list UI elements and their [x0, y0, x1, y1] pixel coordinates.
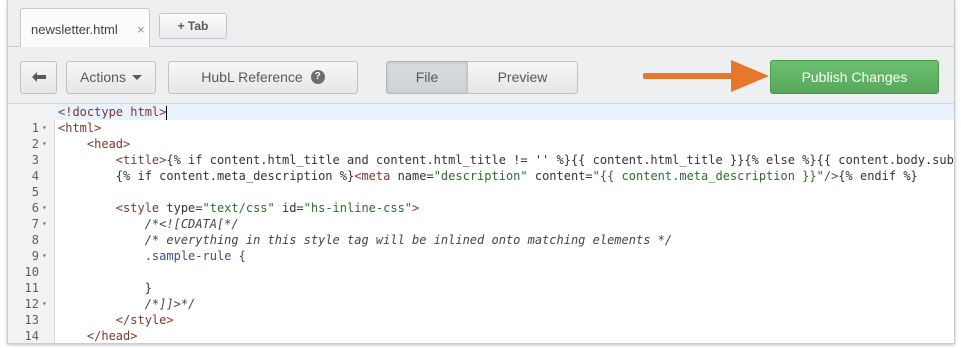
code-text: <html>: [58, 120, 101, 136]
code-token: id=: [274, 201, 304, 215]
code-text: </head>: [58, 328, 138, 343]
code-text: <head>: [58, 136, 130, 152]
annotation-arrow-icon: [643, 60, 769, 92]
code-token: /* everything in this style tag will be …: [144, 233, 673, 247]
code-token: <meta: [354, 169, 398, 183]
code-token: </style>: [115, 313, 174, 327]
fold-toggle-icon[interactable]: ▾: [42, 136, 47, 152]
code-token: {% if content.meta_description %}: [115, 169, 355, 183]
tab-strip: newsletter.html × + Tab: [8, 0, 954, 47]
code-token: name=: [397, 169, 434, 183]
code-text: <title>{% if content.html_title and cont…: [58, 152, 955, 168]
code-token: /*<![CDATA[*/: [144, 217, 239, 231]
code-token: type=: [166, 201, 203, 215]
tab-newsletter[interactable]: newsletter.html ×: [20, 8, 150, 47]
code-token: content=: [527, 169, 593, 183]
code-line: 14 </style>: [8, 312, 954, 343]
code-editor[interactable]: 1 <!doctype html> 2 ▾ <html> 3 ▾ <head> …: [8, 103, 955, 343]
fold-toggle-icon[interactable]: ▾: [42, 216, 47, 232]
fold-toggle-icon[interactable]: ▾: [42, 296, 47, 312]
code-line: 13 ▾ /*]]>*/: [8, 296, 954, 327]
code-line: 10 ▾ .sample-rule {: [8, 248, 954, 279]
tab-label: newsletter.html: [31, 22, 118, 37]
code-token: />: [823, 169, 839, 183]
code-token: "{{ content.meta_description }}": [592, 169, 824, 183]
code-line: 3 ▾ <head>: [8, 136, 954, 167]
code-token: {% endif %}: [838, 169, 918, 183]
code-token: .sample-rule {: [144, 249, 246, 263]
code-line: 7 ▾ <style type="text/css" id="hs-inline…: [8, 200, 954, 231]
tab-file[interactable]: File: [386, 61, 468, 94]
back-arrow-icon: [31, 72, 46, 83]
code-line: 15 </head>: [8, 328, 954, 343]
code-text: /*<![CDATA[*/: [58, 216, 239, 232]
help-icon: ?: [310, 70, 325, 85]
fold-toggle-icon[interactable]: ▾: [42, 200, 47, 216]
code-line: 5 {% if content.meta_description %}<meta…: [8, 168, 954, 199]
code-token: >: [412, 201, 420, 215]
publish-changes-button[interactable]: Publish Changes: [770, 60, 939, 94]
chevron-down-icon: [131, 74, 142, 80]
actions-label: Actions: [80, 69, 126, 85]
add-tab-button[interactable]: + Tab: [159, 13, 227, 39]
code-line: 4 <title>{% if content.html_title and co…: [8, 152, 955, 183]
code-token: }: [144, 281, 152, 295]
code-text: /* everything in this style tag will be …: [58, 232, 672, 248]
code-token: <head>: [86, 137, 131, 151]
code-line: 6: [8, 184, 954, 215]
hubl-label: HubL Reference: [201, 69, 303, 85]
code-token: <title>: [115, 153, 167, 167]
tab-preview[interactable]: Preview: [467, 61, 578, 94]
code-token: "hs-inline-css": [303, 201, 413, 215]
fold-toggle-icon[interactable]: ▾: [42, 120, 47, 136]
text-cursor: [166, 105, 168, 120]
toolbar: Actions HubL Reference? File Preview Pub…: [8, 47, 954, 103]
code-lines: 1 <!doctype html> 2 ▾ <html> 3 ▾ <head> …: [8, 104, 955, 343]
code-token: "text/css": [202, 201, 275, 215]
code-token: <!doctype html>: [58, 105, 167, 119]
code-line: 12 }: [8, 280, 954, 311]
view-toggle: File Preview: [386, 61, 579, 94]
code-token: </head>: [86, 329, 138, 343]
code-token: "description": [433, 169, 528, 183]
editor-window: newsletter.html × + Tab Actions HubL Ref…: [7, 0, 955, 344]
code-line: 8 ▾ /*<![CDATA[*/: [8, 216, 954, 247]
hubl-reference-button[interactable]: HubL Reference?: [168, 61, 358, 94]
code-line: 2 ▾ <html>: [8, 120, 954, 151]
code-token: <html>: [58, 121, 102, 135]
code-line: 11: [8, 264, 954, 295]
code-text: {% if content.meta_description %}<meta n…: [58, 168, 918, 184]
code-token: <style: [115, 201, 167, 215]
code-text: }: [58, 280, 152, 296]
actions-dropdown[interactable]: Actions: [66, 61, 156, 94]
code-line: 1 <!doctype html>: [8, 104, 954, 135]
code-text: <style type="text/css" id="hs-inline-css…: [58, 200, 419, 216]
close-icon[interactable]: ×: [137, 22, 145, 37]
code-text: .sample-rule {: [58, 248, 246, 264]
code-text: /*]]>*/: [58, 296, 196, 312]
code-line: 9 /* everything in this style tag will b…: [8, 232, 954, 263]
code-token: /*]]>*/: [144, 297, 196, 311]
code-token: {% if content.html_title and content.htm…: [166, 153, 955, 167]
code-text: </style>: [58, 312, 174, 328]
code-text: <!doctype html>: [58, 104, 168, 120]
fold-toggle-icon[interactable]: ▾: [42, 248, 47, 264]
back-button[interactable]: [20, 61, 57, 94]
